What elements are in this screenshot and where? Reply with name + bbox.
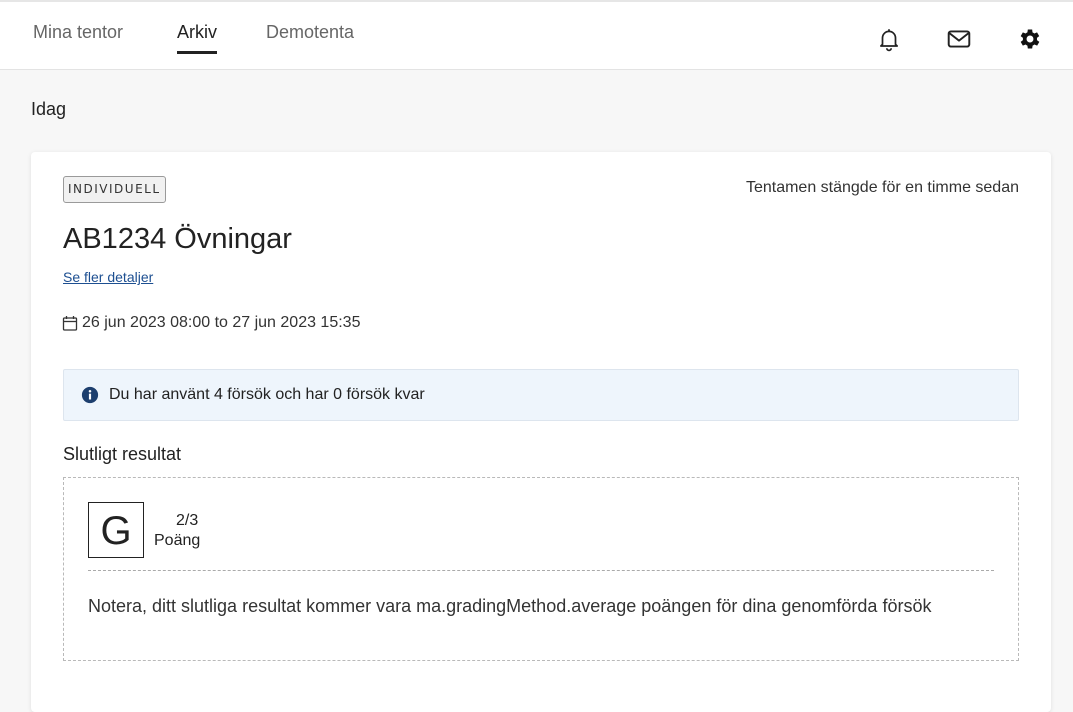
result-heading: Slutligt resultat	[63, 444, 182, 464]
exam-status: Tentamen stängde för en timme sedan	[745, 179, 1019, 196]
score-value: 2/3	[176, 512, 199, 529]
exam-title: AB1234 Övningar	[63, 223, 292, 255]
bell-icon[interactable]	[876, 26, 902, 52]
section-title: Idag	[31, 99, 67, 119]
gear-icon[interactable]	[1017, 26, 1043, 52]
grade-box: G	[88, 502, 144, 558]
date-range-text: 26 jun 2023 08:00 to 27 jun 2023 15:35	[82, 314, 361, 331]
mail-icon[interactable]	[946, 26, 972, 52]
top-navigation: Mina tentor Arkiv Demotenta	[0, 0, 1073, 70]
exam-card: INDIVIDUELL Tentamen stängde för en timm…	[31, 152, 1051, 712]
details-link[interactable]: Se fler detaljer	[63, 269, 153, 285]
tab-mina-tentor[interactable]: Mina tentor	[33, 22, 123, 51]
result-note: Notera, ditt slutliga resultat kommer va…	[88, 596, 932, 616]
exam-type-badge: INDIVIDUELL	[63, 176, 166, 203]
info-icon	[81, 386, 99, 404]
score-label: Poäng	[154, 532, 201, 549]
exam-date-range: 26 jun 2023 08:00 to 27 jun 2023 15:35	[62, 314, 360, 332]
result-divider	[88, 570, 994, 571]
attempts-info-box: Du har använt 4 försök och har 0 försök …	[63, 369, 1019, 421]
calendar-icon	[62, 316, 78, 331]
attempts-info-text: Du har använt 4 försök och har 0 försök …	[109, 386, 425, 403]
tab-demotenta[interactable]: Demotenta	[266, 22, 354, 51]
result-box: G 2/3 Poäng Notera, ditt slutliga result…	[63, 477, 1019, 661]
tab-arkiv[interactable]: Arkiv	[177, 22, 217, 54]
